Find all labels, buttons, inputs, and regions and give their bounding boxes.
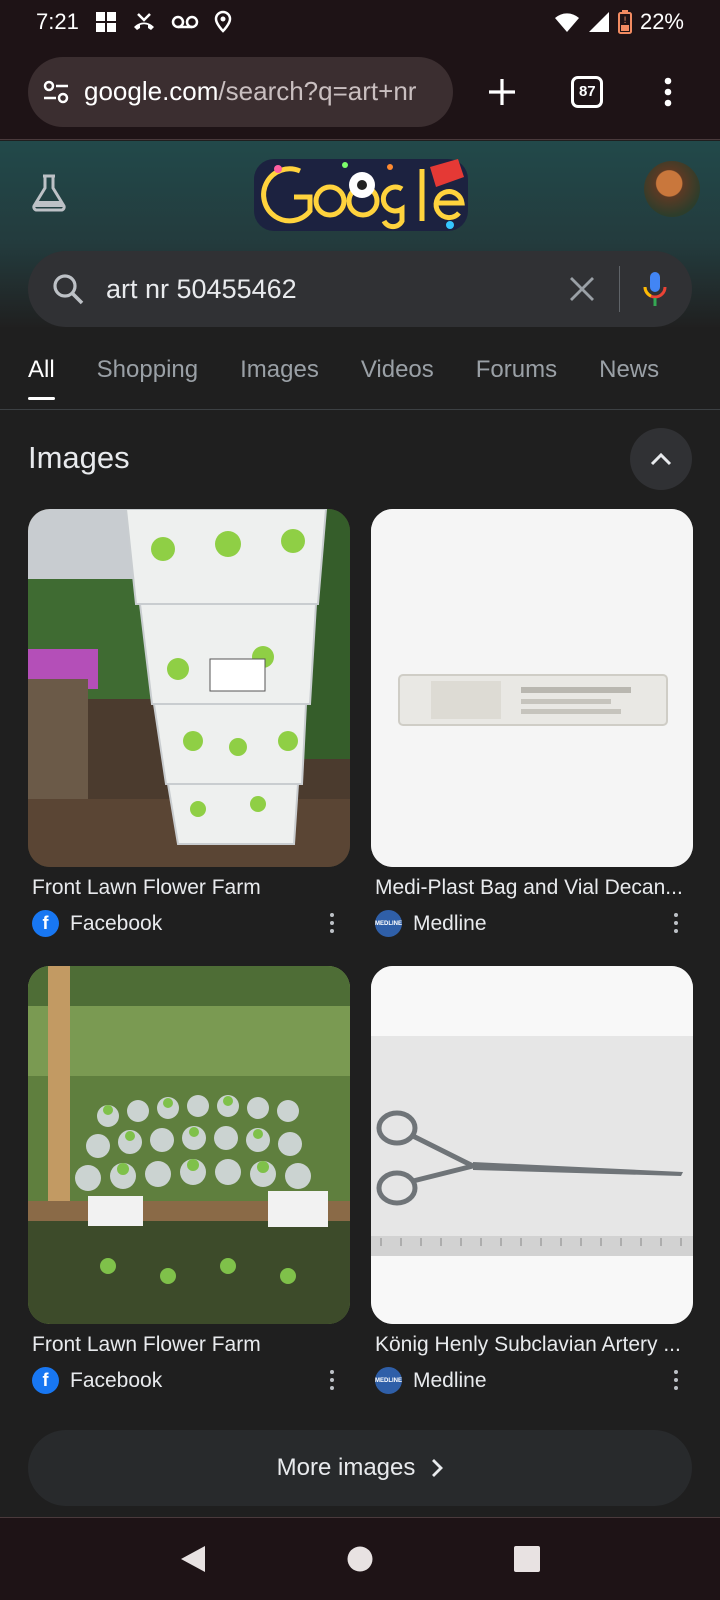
image-result-4-title[interactable]: König Henly Subclavian Artery ...: [375, 1333, 693, 1357]
medline-icon: MEDLINE: [375, 910, 402, 937]
url-host: google.com: [84, 76, 219, 106]
browser-toolbar: google.com/search?q=art+nr 87: [0, 44, 720, 140]
image-result-3-menu-button[interactable]: [322, 1368, 342, 1392]
google-doodle-logo[interactable]: [250, 149, 472, 241]
url-path: /search?q=art+nr: [218, 76, 417, 106]
collapse-images-button[interactable]: [630, 428, 692, 490]
site-settings-icon[interactable]: [42, 78, 70, 106]
artery-forceps-photo: [371, 966, 693, 1324]
image-result-1-menu-button[interactable]: [322, 911, 342, 935]
back-icon[interactable]: [179, 1544, 207, 1574]
tab-switcher-button[interactable]: 87: [564, 68, 611, 116]
image-result-2-menu-button[interactable]: [666, 911, 686, 935]
image-result-1-source-name: Facebook: [70, 911, 163, 935]
battery-percent: 22%: [639, 9, 684, 34]
search-icon: [53, 274, 84, 305]
clear-icon[interactable]: [569, 276, 595, 302]
svg-text:!: !: [623, 16, 627, 26]
facebook-icon: f: [32, 1367, 59, 1394]
tab-shopping[interactable]: Shopping: [97, 330, 198, 410]
tab-all[interactable]: All: [28, 330, 55, 410]
tab-forums[interactable]: Forums: [476, 330, 557, 410]
image-result-4-thumbnail[interactable]: [371, 966, 693, 1324]
search-tabs: All Shopping Images Videos Forums News: [0, 330, 720, 410]
more-images-button[interactable]: More images: [28, 1430, 692, 1506]
home-icon[interactable]: [346, 1545, 374, 1573]
image-result-1-source[interactable]: f Facebook: [32, 910, 162, 937]
images-section-title: Images: [28, 440, 130, 475]
image-result-2-source[interactable]: MEDLINE Medline: [375, 910, 487, 937]
search-labs-icon[interactable]: [30, 173, 68, 213]
image-result-4-source-name: Medline: [413, 1368, 487, 1392]
missed-call-icon: [133, 13, 154, 30]
new-tab-button[interactable]: [479, 68, 526, 116]
image-result-3-source[interactable]: f Facebook: [32, 1367, 162, 1394]
more-vert-icon: [665, 77, 672, 106]
signal-icon: [588, 12, 609, 32]
chevron-up-icon: [650, 452, 672, 466]
voice-search-icon[interactable]: [642, 271, 668, 307]
image-result-2-title[interactable]: Medi-Plast Bag and Vial Decan...: [375, 876, 693, 900]
recents-icon[interactable]: [513, 1545, 541, 1573]
garden-buckets-photo: [28, 509, 350, 867]
status-time: 7:21: [36, 9, 79, 34]
voicemail-icon: [171, 15, 199, 29]
plus-icon: [489, 78, 516, 105]
searchbox-divider: [619, 266, 620, 312]
account-avatar[interactable]: [644, 161, 700, 217]
battery-icon: !: [617, 10, 632, 34]
facebook-icon: f: [32, 910, 59, 937]
image-result-2-thumbnail[interactable]: [371, 509, 693, 867]
widgets-icon: [95, 12, 116, 32]
status-bar: 7:21 ! 22%: [0, 0, 720, 44]
system-navigation-bar: [0, 1517, 720, 1600]
url-text: google.com/search?q=art+nr: [84, 76, 416, 107]
tab-videos[interactable]: Videos: [361, 330, 434, 410]
browser-menu-button[interactable]: [645, 68, 692, 116]
vial-decanter-bag-photo: [371, 509, 693, 867]
image-result-3-source-name: Facebook: [70, 1368, 163, 1392]
address-bar[interactable]: google.com/search?q=art+nr: [28, 56, 453, 127]
image-result-3-title[interactable]: Front Lawn Flower Farm: [32, 1333, 342, 1357]
image-result-2-source-name: Medline: [413, 911, 487, 935]
notification-icons: [95, 10, 233, 34]
image-result-1-title[interactable]: Front Lawn Flower Farm: [32, 876, 342, 900]
search-query[interactable]: art nr 50455462: [106, 274, 569, 305]
seedling-trays-photo: [28, 966, 350, 1324]
image-result-3-thumbnail[interactable]: [28, 966, 350, 1324]
image-result-4-source[interactable]: MEDLINE Medline: [375, 1367, 487, 1394]
chevron-right-icon: [432, 1459, 444, 1477]
wifi-icon: [554, 13, 579, 32]
google-header: art nr 50455462: [0, 141, 720, 327]
medline-icon: MEDLINE: [375, 1367, 402, 1394]
tab-images[interactable]: Images: [240, 330, 319, 410]
tab-news[interactable]: News: [599, 330, 659, 410]
more-images-label: More images: [276, 1454, 416, 1481]
location-icon: [214, 10, 232, 33]
tab-count: 87: [571, 75, 604, 108]
image-result-4-menu-button[interactable]: [666, 1368, 686, 1392]
image-result-1-thumbnail[interactable]: [28, 509, 350, 867]
search-box[interactable]: art nr 50455462: [28, 251, 692, 327]
